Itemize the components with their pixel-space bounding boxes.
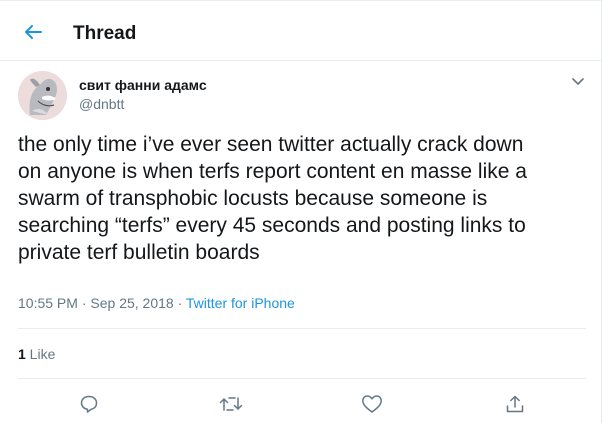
back-arrow-icon: [25, 25, 42, 39]
share-icon: [506, 395, 524, 413]
meta-separator: ·: [77, 295, 91, 311]
more-options-button[interactable]: [570, 74, 586, 90]
divider: [18, 378, 586, 379]
thread-header: Thread: [0, 1, 602, 61]
reply-button[interactable]: [76, 391, 102, 417]
back-button[interactable]: [20, 19, 46, 45]
tweet-source-link[interactable]: Twitter for iPhone: [186, 295, 295, 311]
likes-count: 1: [18, 346, 26, 362]
username[interactable]: @dnbtt: [79, 96, 124, 112]
avatar[interactable]: [18, 71, 67, 120]
likes-stat[interactable]: 1 Like: [18, 346, 55, 362]
retweet-button[interactable]: [218, 391, 244, 417]
like-icon: [362, 395, 382, 413]
tweet-meta: 10:55 PM · Sep 25, 2018 · Twitter for iP…: [18, 295, 295, 311]
chevron-down-icon: [572, 78, 584, 85]
avatar-image: [18, 71, 67, 120]
tweet-date[interactable]: Sep 25, 2018: [90, 295, 173, 311]
page-title: Thread: [73, 23, 137, 44]
thread-panel: Thread свит фанни адамс @dnbtt the only …: [0, 0, 602, 423]
like-button[interactable]: [359, 391, 385, 417]
display-name[interactable]: свит фанни адамс: [79, 77, 207, 93]
tweet-time[interactable]: 10:55 PM: [18, 295, 78, 311]
retweet-icon: [219, 397, 243, 411]
tweet-text: the only time i’ve ever seen twitter act…: [18, 133, 527, 264]
meta-separator: ·: [173, 295, 186, 311]
likes-label: Like: [25, 346, 56, 362]
divider: [18, 328, 586, 329]
share-button[interactable]: [502, 391, 528, 417]
reply-icon: [80, 395, 98, 413]
